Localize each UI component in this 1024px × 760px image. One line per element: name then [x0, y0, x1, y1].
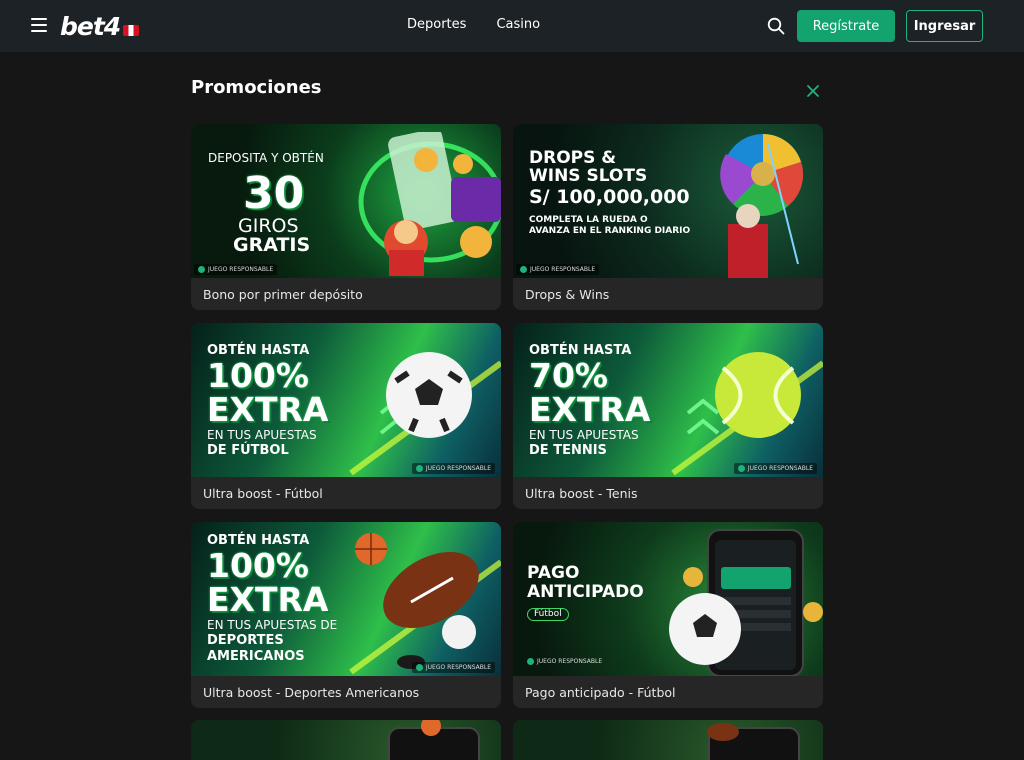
promo-card-first-deposit[interactable]: DEPOSITA Y OBTÉN 30 GIROS GRATIS JUEGO R…	[191, 124, 501, 310]
promo-title: Drops & Wins	[525, 286, 610, 302]
responsible-gaming-badge: JUEGO RESPONSABLE	[411, 463, 495, 474]
promo-card-ultra-boost-american-sports[interactable]: OBTÉN HASTA 100% EXTRA EN TUS APUESTAS D…	[191, 522, 501, 708]
promotions-grid: DEPOSITA Y OBTÉN 30 GIROS GRATIS JUEGO R…	[191, 124, 823, 708]
banner-line4: DE FÚTBOL	[207, 443, 289, 458]
logo-text: bet4	[60, 11, 121, 41]
register-button[interactable]: Regístrate	[797, 10, 895, 42]
banner-line3: COMPLETA LA RUEDA O	[529, 215, 648, 225]
american-football-illustration	[349, 533, 501, 675]
promo-card-early-payout[interactable]: PAGO ANTICIPADO Fútbol JUEGO RESPONSABLE…	[513, 522, 823, 708]
banner-line2: ANTICIPADO	[527, 582, 644, 602]
responsible-gaming-badge: JUEGO RESPONSABLE	[733, 463, 817, 474]
banner-line4: AVANZA EN EL RANKING DIARIO	[529, 226, 691, 236]
phone-soccer-illustration	[669, 529, 823, 676]
nav-deportes[interactable]: Deportes	[407, 17, 466, 32]
logo[interactable]: bet4	[60, 11, 140, 41]
responsible-gaming-badge: JUEGO RESPONSABLE	[411, 662, 495, 673]
banner-big-extra: EXTRA	[207, 390, 329, 429]
peru-flag-icon	[123, 24, 140, 36]
banner-big-amount: S/ 100,000,000	[529, 186, 690, 208]
slot-phone-illustration	[358, 132, 501, 276]
banner-tag: Fútbol	[527, 608, 569, 621]
promo-card-partial[interactable]	[191, 720, 501, 760]
banner-line3: GRATIS	[233, 234, 311, 256]
promo-banner: DEPOSITA Y OBTÉN 30 GIROS GRATIS JUEGO R…	[191, 124, 501, 278]
banner-line2: WINS SLOTS	[529, 166, 648, 186]
promo-banner: OBTÉN HASTA 100% EXTRA EN TUS APUESTAS D…	[191, 323, 501, 477]
wheel-illustration	[720, 134, 804, 278]
promo-banner: OBTÉN HASTA 70% EXTRA EN TUS APUESTAS DE…	[513, 323, 823, 477]
soccer-ball-illustration	[349, 352, 501, 476]
promo-title: Ultra boost - Tenis	[525, 485, 638, 501]
hamburger-menu-icon[interactable]	[31, 18, 47, 32]
tennis-ball-illustration	[671, 352, 823, 476]
banner-big-extra: EXTRA	[207, 580, 329, 619]
page-title: Promociones	[191, 77, 322, 98]
responsible-gaming-badge: JUEGO RESPONSABLE	[194, 264, 278, 275]
promo-banner: PAGO ANTICIPADO Fútbol JUEGO RESPONSABLE	[513, 522, 823, 676]
nav-casino[interactable]: Casino	[496, 17, 540, 32]
login-button[interactable]: Ingresar	[906, 10, 983, 42]
banner-line3: EN TUS APUESTAS	[207, 428, 317, 442]
banner-big-percent: 70%	[529, 356, 608, 395]
top-bar: bet4 Deportes Casino Regístrate Ingresar	[0, 0, 1024, 52]
promo-banner: DROPS & WINS SLOTS S/ 100,000,000 COMPLE…	[513, 124, 823, 278]
banner-line1: DEPOSITA Y OBTÉN	[208, 151, 324, 165]
close-icon[interactable]	[806, 84, 820, 98]
banner-line3: EN TUS APUESTAS DE	[207, 618, 338, 632]
banner-line4: DEPORTES	[207, 633, 284, 648]
promo-banner: OBTÉN HASTA 100% EXTRA EN TUS APUESTAS D…	[191, 522, 501, 676]
responsible-gaming-badge: JUEGO RESPONSABLE	[523, 656, 606, 667]
promo-card-drops-wins[interactable]: DROPS & WINS SLOTS S/ 100,000,000 COMPLE…	[513, 124, 823, 310]
partial-banner-art	[707, 723, 800, 760]
promo-title: Bono por primer depósito	[203, 286, 363, 302]
responsible-gaming-badge: JUEGO RESPONSABLE	[516, 264, 600, 275]
banner-big-percent: 100%	[207, 356, 309, 395]
promo-title: Ultra boost - Fútbol	[203, 485, 323, 501]
promo-card-ultra-boost-futbol[interactable]: OBTÉN HASTA 100% EXTRA EN TUS APUESTAS D…	[191, 323, 501, 509]
banner-line3: EN TUS APUESTAS	[529, 428, 639, 442]
banner-big-percent: 100%	[207, 546, 309, 585]
promo-card-ultra-boost-tenis[interactable]: OBTÉN HASTA 70% EXTRA EN TUS APUESTAS DE…	[513, 323, 823, 509]
banner-big-number: 30	[243, 168, 305, 219]
promo-title: Ultra boost - Deportes Americanos	[203, 684, 420, 700]
banner-line5: AMERICANOS	[207, 649, 305, 664]
banner-line1: PAGO	[527, 563, 580, 583]
banner-big-extra: EXTRA	[529, 390, 651, 429]
search-icon[interactable]	[767, 17, 785, 35]
promo-title: Pago anticipado - Fútbol	[525, 684, 676, 700]
banner-line1: DROPS &	[529, 148, 617, 168]
promo-card-partial[interactable]	[513, 720, 823, 760]
partial-banner-art	[388, 720, 480, 760]
banner-line4: DE TENNIS	[529, 443, 607, 458]
main-nav: Deportes Casino	[407, 17, 540, 32]
